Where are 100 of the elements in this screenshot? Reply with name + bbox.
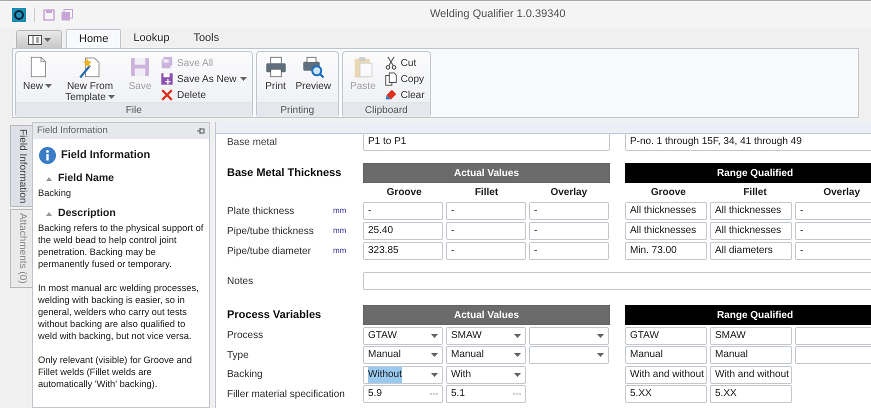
dropdown-caret-icon [597, 353, 604, 358]
text-field[interactable]: Manual [625, 346, 707, 364]
dropdown-field[interactable]: Manual [363, 346, 443, 364]
dropdown-field[interactable]: Manual [446, 346, 526, 364]
actual-values-header: Actual Values [363, 305, 610, 325]
column-header: Overlay [549, 186, 588, 200]
text-field[interactable]: Min. 73.00 [625, 242, 707, 260]
dropdown-field[interactable] [529, 346, 609, 364]
floppy-disk-plus-icon [160, 72, 174, 86]
text-field[interactable]: - [529, 222, 609, 240]
ribbon-button[interactable]: Delete [158, 87, 248, 103]
text-field[interactable]: - [363, 202, 443, 220]
collapse-icon[interactable] [46, 176, 52, 181]
ribbon-button[interactable]: Save As New [158, 71, 248, 87]
dropdown-field[interactable]: Without [363, 366, 443, 384]
ribbon-button[interactable]: Print [260, 55, 292, 92]
application-menu-button[interactable] [16, 30, 62, 48]
panel-title: Field Information [37, 124, 108, 138]
save-all-icon[interactable] [61, 8, 73, 20]
unit-label: mm [333, 205, 346, 217]
field-label: Type [227, 348, 250, 363]
text-field[interactable] [795, 326, 871, 345]
ribbon-tab[interactable]: Lookup [121, 29, 182, 48]
text-field[interactable]: All thicknesses [710, 202, 792, 220]
text-field[interactable]: - [795, 242, 871, 260]
dropdown-field[interactable]: With [446, 366, 526, 384]
section-heading: Field Name [58, 171, 114, 186]
text-field[interactable]: 25.40 [363, 222, 443, 240]
column-header: Fillet [742, 186, 768, 200]
eraser-icon [384, 88, 398, 102]
dropdown-field[interactable]: GTAW [363, 326, 443, 345]
text-field[interactable]: - [446, 202, 526, 220]
delete-icon [160, 88, 174, 102]
text-field[interactable]: 5.XX [710, 385, 792, 404]
scissors-icon [384, 56, 398, 70]
ribbon-button[interactable]: New [19, 55, 56, 92]
dropdown-caret-icon [514, 353, 521, 358]
info-icon [39, 147, 56, 164]
save-icon[interactable] [43, 8, 55, 20]
dropdown-caret-icon [514, 372, 521, 377]
text-field[interactable]: - [446, 222, 526, 240]
group-label: Clipboard [343, 102, 430, 117]
unit-label: mm [333, 225, 346, 237]
text-field[interactable]: All thicknesses [625, 222, 707, 240]
text-field[interactable]: P-no. 1 through 15F, 34, 41 through 49 [625, 133, 871, 151]
ribbon-button[interactable]: Cut [382, 55, 427, 71]
ribbon-tab[interactable]: Tools [181, 29, 232, 48]
field-label: Pipe/tube thickness [227, 224, 315, 238]
field-label: Base metal [227, 136, 278, 150]
ellipsis-icon [513, 393, 521, 396]
field-label: Process [227, 329, 264, 344]
unit-label: mm [333, 245, 346, 257]
range-qualified-header: Range Qualified [625, 163, 871, 183]
text-field[interactable]: - [446, 242, 526, 260]
browse-field[interactable]: 5.9 [363, 385, 443, 404]
text-field[interactable]: - [795, 222, 871, 240]
dropdown-caret-icon [431, 334, 438, 338]
section-title: Process Variables [227, 308, 322, 323]
column-header: Groove [386, 186, 423, 200]
field-label: Backing [227, 368, 264, 382]
description-text: Backing refers to the physical support of the weld bead to help control joint penetration. Backing may be permanently fused or temporary. [38, 222, 204, 270]
caret-icon [44, 38, 50, 42]
text-field[interactable]: GTAW [625, 326, 707, 345]
pin-icon[interactable] [197, 128, 205, 134]
text-field[interactable]: With and without [625, 366, 707, 384]
description-text: In most manual arc welding processes, welding with backing is easier, so in general, welders who carry out tests without backing are also qualified to weld with backing, but not vice versa. [38, 282, 200, 342]
text-field[interactable]: All thicknesses [625, 202, 707, 220]
ribbon-button[interactable]: Clear [382, 87, 427, 103]
column-header: Overlay [822, 186, 862, 200]
section-heading: Description [58, 206, 116, 221]
ribbon-button[interactable]: Preview [292, 55, 336, 92]
dropdown-caret-icon [431, 372, 438, 377]
field-label: Plate thickness [227, 204, 296, 218]
caret-icon [108, 95, 115, 100]
dropdown-caret-icon [514, 334, 521, 338]
ribbon-button[interactable]: Copy [382, 71, 427, 87]
notes-field[interactable] [363, 272, 871, 290]
text-field[interactable]: P1 to P1 [363, 133, 610, 151]
dropdown-field[interactable]: SMAW [446, 326, 526, 345]
ribbon-tab[interactable]: Home [66, 29, 122, 48]
text-field[interactable]: 323.85 [363, 242, 443, 260]
text-field[interactable]: SMAW [710, 326, 792, 345]
dropdown-field[interactable] [529, 326, 609, 345]
text-field[interactable] [795, 346, 871, 364]
document-wand-icon [78, 55, 102, 79]
dropdown-caret-icon [597, 334, 604, 338]
text-field[interactable]: With and without [710, 366, 792, 384]
browse-field[interactable]: 5.1 [446, 385, 526, 404]
text-field[interactable]: - [529, 202, 609, 220]
field-label: Notes [227, 274, 254, 288]
text-field[interactable]: - [795, 202, 871, 220]
text-field[interactable]: All diameters [710, 242, 792, 260]
section-title: Base Metal Thickness [227, 166, 342, 181]
column-header: Fillet [474, 186, 500, 200]
text-field[interactable]: All thicknesses [710, 222, 792, 240]
description-text: Backing [38, 186, 72, 199]
collapse-icon[interactable] [46, 212, 52, 216]
text-field[interactable]: Manual [710, 346, 792, 364]
text-field[interactable]: 5.XX [625, 385, 707, 404]
text-field[interactable]: - [529, 242, 609, 260]
